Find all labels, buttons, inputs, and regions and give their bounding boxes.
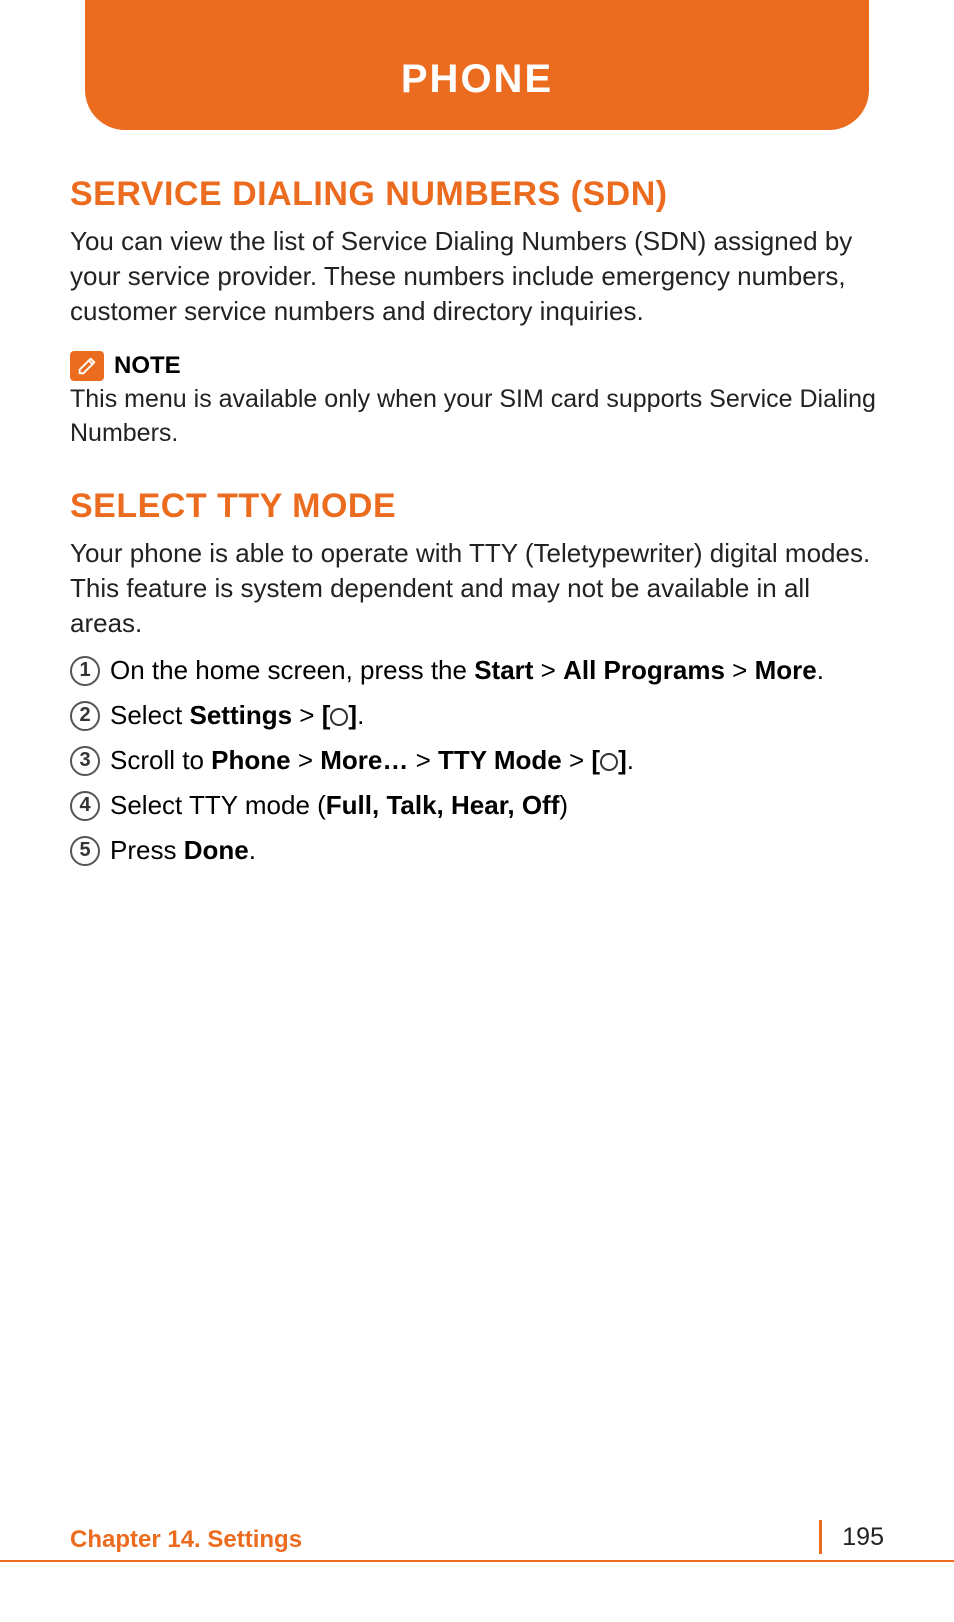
step-text: Press Done. bbox=[110, 833, 256, 868]
step-text: Select Settings > []. bbox=[110, 698, 364, 733]
note-text: This menu is available only when your SI… bbox=[70, 383, 884, 451]
step-5: 5 Press Done. bbox=[70, 833, 884, 868]
t: . bbox=[627, 745, 634, 775]
t: All Programs bbox=[563, 655, 725, 685]
t: Press bbox=[110, 835, 184, 865]
t: Settings bbox=[190, 700, 293, 730]
footer: Chapter 14. Settings 195 bbox=[0, 1520, 954, 1562]
t: > bbox=[533, 655, 563, 685]
step-4: 4 Select TTY mode (Full, Talk, Hear, Off… bbox=[70, 788, 884, 823]
t: Select TTY mode ( bbox=[110, 790, 326, 820]
t: ) bbox=[559, 790, 568, 820]
step-text: Scroll to Phone > More… > TTY Mode > []. bbox=[110, 743, 634, 778]
t: > bbox=[291, 745, 321, 775]
footer-rule bbox=[0, 1560, 954, 1562]
t: ] bbox=[348, 700, 357, 730]
t: More bbox=[755, 655, 817, 685]
t: [ bbox=[591, 745, 600, 775]
t: More… bbox=[320, 745, 408, 775]
step-number-icon: 1 bbox=[70, 656, 100, 686]
step-number-icon: 4 bbox=[70, 791, 100, 821]
tty-body: Your phone is able to operate with TTY (… bbox=[70, 536, 884, 641]
page-number: 195 bbox=[842, 1523, 884, 1552]
circle-icon bbox=[330, 708, 348, 726]
t: Select bbox=[110, 700, 190, 730]
step-number-icon: 5 bbox=[70, 836, 100, 866]
t: Scroll to bbox=[110, 745, 211, 775]
t: Full, Talk, Hear, Off bbox=[326, 790, 560, 820]
step-2: 2 Select Settings > []. bbox=[70, 698, 884, 733]
footer-line: Chapter 14. Settings 195 bbox=[0, 1520, 954, 1560]
step-number-icon: 2 bbox=[70, 701, 100, 731]
t: TTY Mode bbox=[438, 745, 562, 775]
header-title: PHONE bbox=[401, 57, 553, 102]
header-tab: PHONE bbox=[85, 0, 869, 130]
step-text: On the home screen, press the Start > Al… bbox=[110, 653, 824, 688]
t: > bbox=[562, 745, 592, 775]
steps-list: 1 On the home screen, press the Start > … bbox=[70, 653, 884, 868]
step-1: 1 On the home screen, press the Start > … bbox=[70, 653, 884, 688]
section-heading-tty: SELECT TTY MODE bbox=[70, 487, 884, 526]
t: > bbox=[292, 700, 322, 730]
chapter-label: Chapter 14. Settings bbox=[70, 1526, 302, 1554]
page: PHONE SERVICE DIALING NUMBERS (SDN) You … bbox=[0, 0, 954, 1622]
t: . bbox=[249, 835, 256, 865]
step-3: 3 Scroll to Phone > More… > TTY Mode > [… bbox=[70, 743, 884, 778]
page-divider bbox=[819, 1520, 822, 1554]
t: Start bbox=[474, 655, 533, 685]
t: . bbox=[357, 700, 364, 730]
note-label: NOTE bbox=[114, 352, 181, 380]
t: Phone bbox=[211, 745, 290, 775]
pencil-note-icon bbox=[70, 351, 104, 381]
t: . bbox=[817, 655, 824, 685]
note-header: NOTE bbox=[70, 351, 884, 381]
circle-icon bbox=[600, 753, 618, 771]
t: Done bbox=[184, 835, 249, 865]
t: ] bbox=[618, 745, 627, 775]
step-number-icon: 3 bbox=[70, 746, 100, 776]
t: [ bbox=[322, 700, 331, 730]
page-number-wrap: 195 bbox=[819, 1520, 884, 1554]
section-heading-sdn: SERVICE DIALING NUMBERS (SDN) bbox=[70, 175, 884, 214]
content: SERVICE DIALING NUMBERS (SDN) You can vi… bbox=[70, 0, 884, 869]
t: > bbox=[725, 655, 755, 685]
sdn-body: You can view the list of Service Dialing… bbox=[70, 224, 884, 329]
note-block: NOTE This menu is available only when yo… bbox=[70, 351, 884, 451]
t: On the home screen, press the bbox=[110, 655, 474, 685]
t: > bbox=[408, 745, 438, 775]
step-text: Select TTY mode (Full, Talk, Hear, Off) bbox=[110, 788, 568, 823]
